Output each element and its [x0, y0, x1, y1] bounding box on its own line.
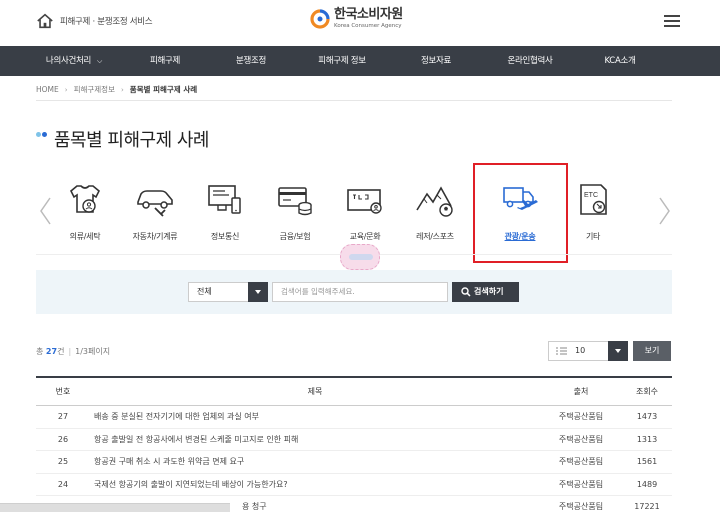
result-count: 총 27건 | 1/3페이지 [36, 347, 111, 356]
hamburger-menu-icon[interactable] [664, 15, 680, 29]
category-label: 의류/세탁 [69, 232, 101, 241]
col-title: 제목 [307, 387, 323, 396]
category-car[interactable]: 자동차/기계류 [120, 180, 190, 242]
table-row[interactable]: 25 항공권 구매 취소 시 과도한 위약금 면제 요구 주택공산품팀 1561 [36, 451, 672, 474]
list-icon [556, 347, 567, 355]
chevron-right-icon[interactable] [658, 196, 672, 226]
nav-item-damage-relief[interactable]: 피해구제 [120, 46, 210, 76]
category-carousel: 의류/세탁 자동차/기계류 정보통신 금융/보험 교육/문화 레저/스포츠 관광… [36, 172, 672, 254]
search-scope-select[interactable]: 전체 [188, 282, 268, 302]
caret-down-icon [248, 282, 268, 302]
category-label: 레저/스포츠 [416, 232, 454, 241]
page-heading: 품목별 피해구제 사례 [54, 130, 209, 151]
home-link[interactable]: 피해구제 · 분쟁조정 서비스 [36, 12, 153, 30]
nav-item-dispute[interactable]: 분쟁조정 [210, 46, 292, 76]
chevron-right-icon: › [120, 85, 124, 94]
category-telecom[interactable]: 정보통신 [190, 180, 260, 242]
logo-english: Korea Consumer Agency [334, 23, 402, 29]
search-button[interactable]: 검색하기 [452, 282, 519, 302]
row-title-link[interactable]: 항공 출발일 전 항공사에서 변경된 스케줄 미고지로 인한 피해 [90, 429, 540, 451]
caret-down-icon [608, 341, 628, 361]
row-title-link[interactable]: 항공권 구매 취소 시 과도한 위약금 면제 요구 [90, 451, 540, 473]
category-etc[interactable]: ETC 기타 [558, 180, 628, 242]
chevron-down-icon: ⌵ [97, 57, 103, 65]
breadcrumb: HOME › 피해구제정보 › 품목별 피해구제 사례 [36, 84, 197, 95]
category-label: 정보통신 [210, 232, 240, 241]
col-views: 조회수 [635, 387, 659, 396]
computer-phone-icon [208, 185, 241, 214]
category-education[interactable]: 교육/문화 [330, 180, 400, 242]
table-header: 번호 제목 출처 조회수 [36, 376, 672, 406]
table-row[interactable]: 27 배송 중 분실된 전자기기에 대한 업체의 과실 여부 주택공산품팀 14… [36, 406, 672, 429]
nav-item-partners[interactable]: 온라인협력사 [480, 46, 580, 76]
etc-icon: ETC [580, 184, 607, 215]
search-panel: 전체 검색어를 입력해주세요. 검색하기 [36, 270, 672, 314]
nav-item-my-case[interactable]: 나의사건처리 ⌵ [28, 46, 120, 76]
page-title: 품목별 피해구제 사례 [36, 126, 209, 152]
table-row[interactable]: 24 국제선 항공기의 출발이 지연되었는데 배상이 가능한가요? 주택공산품팀… [36, 474, 672, 496]
nav-item-relief-info[interactable]: 피해구제 정보 [292, 46, 392, 76]
divider [36, 100, 672, 101]
car-icon [137, 190, 173, 217]
row-title-link[interactable]: 배송 중 분실된 전자기기에 대한 업체의 과실 여부 [90, 406, 540, 428]
kca-logo[interactable]: 한국소비자원 Korea Consumer Agency [310, 8, 403, 30]
category-label: 자동차/기계류 [132, 232, 178, 241]
category-finance[interactable]: 금융/보험 [260, 180, 330, 242]
card-coins-icon [278, 187, 312, 216]
category-label: 금융/보험 [279, 232, 311, 241]
home-icon [37, 13, 53, 29]
view-button[interactable]: 보기 [633, 341, 671, 361]
main-nav: 나의사건처리 ⌵ 피해구제 분쟁조정 피해구제 정보 정보자료 온라인협력사 KC… [0, 46, 720, 76]
nav-item-about[interactable]: KCA소개 [580, 46, 660, 76]
search-input[interactable]: 검색어를 입력해주세요. [272, 282, 448, 302]
decorative-sticker [340, 244, 380, 270]
category-label: 교육/문화 [349, 232, 381, 241]
table-row[interactable]: 26 항공 출발일 전 항공사에서 변경된 스케줄 미고지로 인한 피해 주택공… [36, 429, 672, 451]
logo-korean: 한국소비자원 [334, 7, 403, 22]
category-label: 기타 [585, 232, 601, 241]
case-table: 번호 제목 출처 조회수 27 배송 중 분실된 전자기기에 대한 업체의 과실… [36, 376, 672, 512]
top-header: 피해구제 · 분쟁조정 서비스 한국소비자원 Korea Consumer Ag… [0, 0, 720, 46]
category-leisure[interactable]: 레저/스포츠 [400, 180, 470, 242]
page-info: 1/3페이지 [75, 347, 111, 356]
selected-category-highlight [473, 163, 568, 263]
page-size-select[interactable]: 10 [548, 341, 628, 361]
horizontal-scrollbar[interactable] [0, 503, 230, 512]
nav-item-resources[interactable]: 정보자료 [392, 46, 480, 76]
svg-text:ETC: ETC [584, 192, 598, 199]
chevron-right-icon: › [64, 85, 68, 94]
breadcrumb-home[interactable]: HOME [36, 85, 59, 94]
breadcrumb-current: 품목별 피해구제 사례 [129, 85, 198, 94]
title-dot-icon [36, 131, 48, 137]
logo-mark-icon [310, 9, 330, 29]
clothing-icon [70, 185, 100, 213]
col-source: 출처 [573, 387, 589, 396]
blackboard-icon [347, 189, 382, 214]
row-title-link[interactable]: 국제선 항공기의 출발이 지연되었는데 배상이 가능한가요? [90, 474, 540, 496]
search-icon [461, 287, 471, 297]
service-name: 피해구제 · 분쟁조정 서비스 [60, 17, 153, 27]
mountain-ball-icon [416, 186, 453, 217]
category-clothing[interactable]: 의류/세탁 [50, 180, 120, 242]
col-no: 번호 [55, 387, 71, 396]
breadcrumb-level1[interactable]: 피해구제정보 [74, 84, 115, 95]
